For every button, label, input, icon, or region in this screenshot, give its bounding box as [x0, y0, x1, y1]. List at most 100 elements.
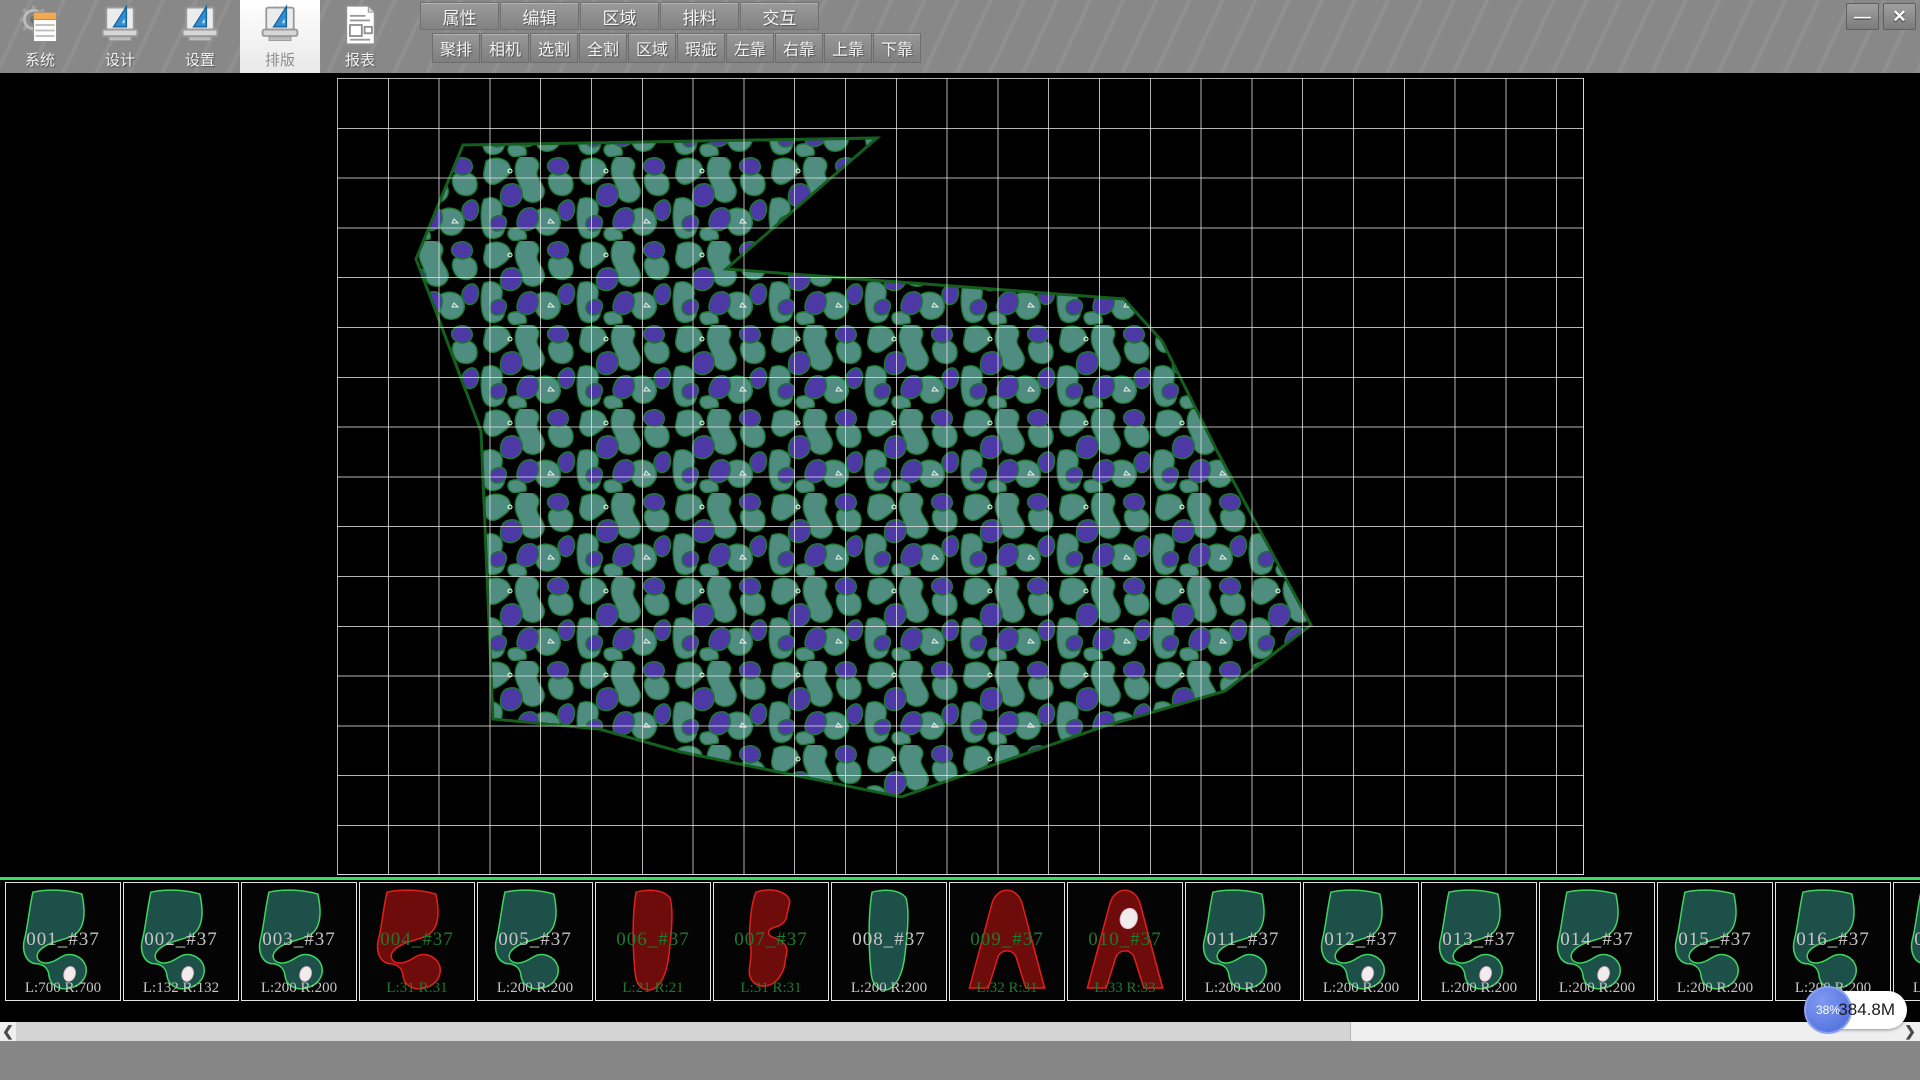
tool-button-全割[interactable]: 全割 [579, 33, 627, 63]
nesting-ruler-icon [258, 3, 302, 47]
module-button-排版[interactable]: 排版 [240, 0, 320, 73]
piece-id-label: 012_#37 [1304, 929, 1418, 951]
leather-hide-nest [0, 73, 1920, 877]
piece-thumbnail-013_#37[interactable]: 013_#37 L:200 R:200 [1421, 882, 1537, 1001]
piece-thumbnail-005_#37[interactable]: 005_#37 L:200 R:200 [477, 882, 593, 1001]
piece-id-label: 016_#37 [1776, 929, 1890, 951]
piece-lr-count: L:31 R:31 [714, 980, 828, 997]
piece-id-label: 007_#37 [714, 929, 828, 951]
pieces-thumbnail-strip: 001_#37L:700 R:700002_#37L:132 R:132003_… [0, 882, 1920, 1004]
tool-button-聚排[interactable]: 聚排 [432, 33, 480, 63]
piece-lr-count: L:200 R:200 [1540, 980, 1654, 997]
tool-button-bar: 聚排相机选割全割区域瑕疵左靠右靠上靠下靠 [432, 33, 922, 63]
module-label: 设置 [185, 49, 215, 70]
module-label: 报表 [345, 49, 375, 70]
piece-lr-count: L:132 R:132 [124, 980, 238, 997]
piece-lr-count: L:200 R:200 [1422, 980, 1536, 997]
piece-lr-count: L:700 R:700 [6, 980, 120, 997]
piece-thumbnail-001_#37[interactable]: 001_#37 L:700 R:700 [5, 882, 121, 1001]
strip-progress-line [0, 877, 1920, 880]
module-label: 设计 [105, 49, 135, 70]
piece-thumbnail-004_#37[interactable]: 004_#37 L:31 R:31 [359, 882, 475, 1001]
close-icon: ✕ [1892, 7, 1906, 27]
status-bar [0, 1041, 1920, 1080]
piece-thumbnail-011_#37[interactable]: 011_#37L:200 R:200 [1185, 882, 1301, 1001]
menu-tab-交互[interactable]: 交互 [740, 2, 819, 30]
system-gear-icon [18, 3, 62, 47]
piece-lr-count: L:200 R:200 [1658, 980, 1772, 997]
piece-thumbnail-008_#37[interactable]: 008_#37 L:200 R:200 [831, 882, 947, 1001]
piece-id-label: 006_#37 [596, 929, 710, 951]
piece-thumbnail-016_#37[interactable]: 016_#37L:200 R:200 [1775, 882, 1891, 1001]
module-label: 排版 [265, 49, 295, 70]
tool-button-右靠[interactable]: 右靠 [775, 33, 823, 63]
piece-id-label: 014_#37 [1540, 929, 1654, 951]
piece-thumbnail-003_#37[interactable]: 003_#37 L:200 R:200 [241, 882, 357, 1001]
piece-id-label: 010_#37 [1068, 929, 1182, 951]
tool-button-选割[interactable]: 选割 [530, 33, 578, 63]
piece-id-label: 003_#37 [242, 929, 356, 951]
piece-thumbnail-014_#37[interactable]: 014_#37 L:200 R:200 [1539, 882, 1655, 1001]
close-button[interactable]: ✕ [1883, 3, 1916, 30]
piece-lr-count: L:200 R:200 [832, 980, 946, 997]
piece-id-label: 013_#37 [1422, 929, 1536, 951]
piece-lr-count: L:32 R:31 [950, 980, 1064, 997]
piece-id-label: 001_#37 [6, 929, 120, 951]
tool-button-左靠[interactable]: 左靠 [726, 33, 774, 63]
menu-tab-编辑[interactable]: 编辑 [500, 2, 579, 30]
memory-progress-badge: 38% 384.8M [1806, 991, 1907, 1029]
app-window: 系统设计设置排版报表 属性编辑区域排料交互 聚排相机选割全割区域瑕疵左靠右靠上靠… [0, 0, 1920, 1080]
progress-percent-value: 38% [1816, 1003, 1840, 1017]
piece-thumbnail-009_#37[interactable]: 009_#37 L:32 R:31 [949, 882, 1065, 1001]
menu-tab-bar: 属性编辑区域排料交互 [420, 2, 820, 30]
piece-id-label: 002_#37 [124, 929, 238, 951]
scroll-left-icon[interactable]: ❮ [0, 1022, 16, 1041]
piece-lr-count: L:200 R:200 [1304, 980, 1418, 997]
piece-id-label: 017_#37 [1894, 929, 1920, 951]
window-controls: — ✕ [1846, 3, 1916, 30]
module-label: 系统 [25, 49, 55, 70]
minimize-button[interactable]: — [1846, 3, 1879, 30]
piece-id-label: 004_#37 [360, 929, 474, 951]
module-bar: 系统 设计 设置 排版 报表 [0, 0, 400, 73]
scroll-right-icon[interactable]: ❯ [1902, 1022, 1918, 1041]
tool-button-下靠[interactable]: 下靠 [873, 33, 921, 63]
piece-lr-count: L:200 R:200 [478, 980, 592, 997]
horizontal-scrollbar[interactable]: ❮ ❯ [0, 1022, 1920, 1041]
tool-button-瑕疵[interactable]: 瑕疵 [677, 33, 725, 63]
settings-ruler-icon [178, 3, 222, 47]
piece-thumbnail-010_#37[interactable]: 010_#37 L:33 R:33 [1067, 882, 1183, 1001]
menu-tab-排料[interactable]: 排料 [660, 2, 739, 30]
piece-lr-count: L:33 R:33 [1068, 980, 1182, 997]
module-button-系统[interactable]: 系统 [0, 0, 80, 73]
piece-thumbnail-002_#37[interactable]: 002_#37 L:132 R:132 [123, 882, 239, 1001]
piece-id-label: 005_#37 [478, 929, 592, 951]
minimize-icon: — [1854, 7, 1871, 27]
module-button-报表[interactable]: 报表 [320, 0, 400, 73]
module-button-设计[interactable]: 设计 [80, 0, 160, 73]
piece-lr-count: L:200 R:200 [242, 980, 356, 997]
module-button-设置[interactable]: 设置 [160, 0, 240, 73]
piece-thumbnail-012_#37[interactable]: 012_#37 L:200 R:200 [1303, 882, 1419, 1001]
piece-id-label: 009_#37 [950, 929, 1064, 951]
memory-usage-value: 384.8M [1838, 1000, 1895, 1020]
report-page-icon [338, 3, 382, 47]
piece-thumbnail-006_#37[interactable]: 006_#37 L:21 R:21 [595, 882, 711, 1001]
piece-lr-count: L:200 R:200 [1186, 980, 1300, 997]
nesting-canvas[interactable] [0, 73, 1920, 877]
menu-tab-区域[interactable]: 区域 [580, 2, 659, 30]
tool-button-相机[interactable]: 相机 [481, 33, 529, 63]
piece-lr-count: L:31 R:31 [360, 980, 474, 997]
piece-id-label: 015_#37 [1658, 929, 1772, 951]
piece-thumbnail-015_#37[interactable]: 015_#37 L:200 R:200 [1657, 882, 1773, 1001]
top-toolbar: 系统设计设置排版报表 属性编辑区域排料交互 聚排相机选割全割区域瑕疵左靠右靠上靠… [0, 0, 1920, 74]
menu-tab-属性[interactable]: 属性 [420, 2, 499, 30]
piece-thumbnail-007_#37[interactable]: 007_#37 L:31 R:31 [713, 882, 829, 1001]
design-ruler-icon [98, 3, 142, 47]
tool-button-上靠[interactable]: 上靠 [824, 33, 872, 63]
piece-thumbnail-017_#37[interactable]: 017_#37L:200 R:200 [1893, 882, 1920, 1001]
piece-lr-count: L:21 R:21 [596, 980, 710, 997]
scrollbar-thumb[interactable] [16, 1022, 1351, 1041]
tool-button-区域[interactable]: 区域 [628, 33, 676, 63]
piece-id-label: 008_#37 [832, 929, 946, 951]
